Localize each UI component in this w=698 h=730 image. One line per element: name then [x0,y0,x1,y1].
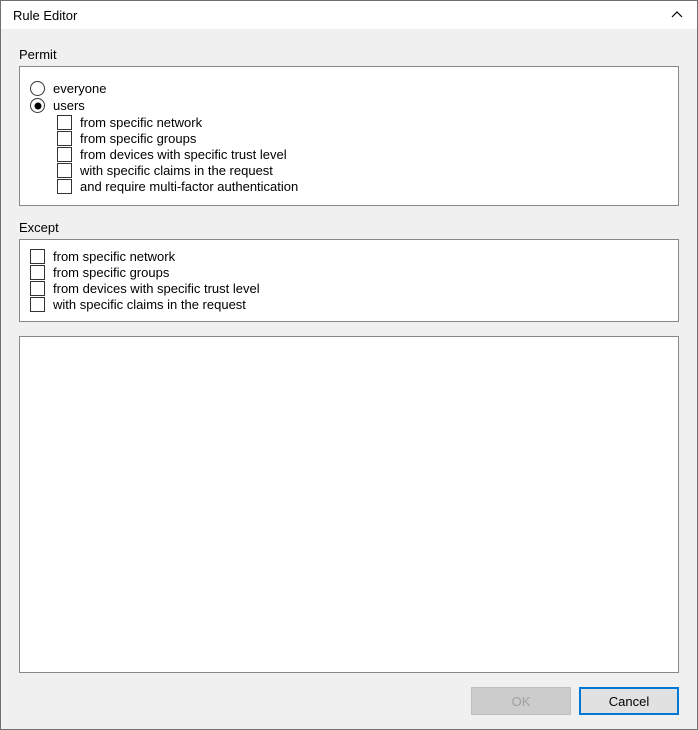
checkbox-icon [30,297,45,312]
check-label: from specific groups [53,265,169,280]
check-label: from specific network [80,115,202,130]
checkbox-icon [57,163,72,178]
cancel-button-label: Cancel [609,694,649,709]
radio-icon [30,81,45,96]
titlebar: Rule Editor [1,1,697,29]
check-label: and require multi-factor authentication [80,179,298,194]
checkbox-icon [30,265,45,280]
radio-everyone[interactable]: everyone [30,81,668,96]
check-label: from devices with specific trust level [53,281,260,296]
check-label: with specific claims in the request [53,297,246,312]
cancel-button[interactable]: Cancel [579,687,679,715]
except-box: from specific network from specific grou… [19,239,679,322]
checkbox-icon [30,281,45,296]
detail-box [19,336,679,673]
except-check-with-specific-claims[interactable]: with specific claims in the request [30,297,668,312]
radio-icon [30,98,45,113]
except-label: Except [19,220,679,235]
checkbox-icon [57,179,72,194]
check-require-mfa[interactable]: and require multi-factor authentication [57,179,668,194]
check-label: with specific claims in the request [80,163,273,178]
checkbox-icon [57,147,72,162]
check-from-devices-trust-level[interactable]: from devices with specific trust level [57,147,668,162]
check-with-specific-claims[interactable]: with specific claims in the request [57,163,668,178]
content-area: Permit everyone users from specific netw… [1,29,697,729]
radio-users-label: users [53,98,85,113]
except-check-from-specific-groups[interactable]: from specific groups [30,265,668,280]
chevron-up-icon [670,8,684,22]
permit-label: Permit [19,47,679,62]
check-label: from specific groups [80,131,196,146]
users-sub-checks: from specific network from specific grou… [57,115,668,194]
checkbox-icon [30,249,45,264]
ok-button-label: OK [512,694,531,709]
checkbox-icon [57,115,72,130]
radio-users[interactable]: users [30,98,668,113]
collapse-button[interactable] [669,7,685,23]
except-check-from-specific-network[interactable]: from specific network [30,249,668,264]
check-from-specific-network[interactable]: from specific network [57,115,668,130]
rule-editor-window: Rule Editor Permit everyone users from s… [0,0,698,730]
checkbox-icon [57,131,72,146]
check-from-specific-groups[interactable]: from specific groups [57,131,668,146]
permit-box: everyone users from specific network fro… [19,66,679,206]
except-check-from-devices-trust-level[interactable]: from devices with specific trust level [30,281,668,296]
button-row: OK Cancel [19,687,679,715]
radio-everyone-label: everyone [53,81,106,96]
window-title: Rule Editor [13,8,77,23]
check-label: from specific network [53,249,175,264]
ok-button: OK [471,687,571,715]
check-label: from devices with specific trust level [80,147,287,162]
